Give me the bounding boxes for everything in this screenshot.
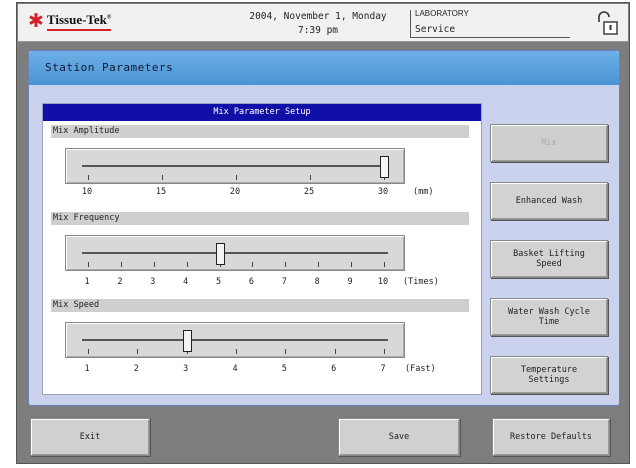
- datetime-display: 2004, November 1, Monday 7:39 pm: [218, 10, 418, 38]
- slider-scale-label: 2: [117, 277, 123, 287]
- basket-lifting-label-line1: Basket Lifting: [513, 249, 585, 259]
- slider-track: [82, 165, 388, 167]
- slider-scale-label: 4: [183, 277, 189, 287]
- enhanced-wash-button[interactable]: Enhanced Wash: [490, 182, 608, 220]
- date-text: 2004, November 1, Monday: [249, 11, 387, 22]
- slider-tick: [285, 262, 287, 267]
- slider-tick: [351, 262, 353, 267]
- slider-tick: [384, 262, 385, 267]
- panel-title: Station Parameters: [45, 61, 174, 74]
- temperature-settings-button[interactable]: Temperature Settings: [490, 356, 608, 394]
- slider-tick: [88, 175, 89, 180]
- slider-scale-label: 4: [232, 364, 238, 374]
- basket-lifting-label-line2: Speed: [536, 259, 562, 269]
- slider-tick: [310, 175, 311, 180]
- slider-track: [82, 252, 388, 254]
- slider-thumb[interactable]: [215, 243, 225, 265]
- mix-amplitude-slider[interactable]: [65, 148, 405, 184]
- slider-scale-label: 5: [215, 277, 222, 287]
- header-divider: [410, 10, 411, 38]
- slider-tick: [186, 262, 188, 267]
- slider-scale-label: 3: [183, 364, 189, 374]
- slider-tick: [137, 349, 139, 354]
- basket-lifting-speed-button[interactable]: Basket Lifting Speed: [490, 240, 608, 278]
- slider-scale-label: 10: [377, 277, 389, 287]
- header-divider-bottom: [410, 37, 570, 38]
- restore-defaults-label: Restore Defaults: [510, 432, 592, 442]
- temperature-label-line2: Settings: [528, 375, 570, 385]
- slider-tick: [384, 349, 385, 354]
- location-label: LABORATORY: [415, 9, 469, 18]
- mix-speed-unit: (Fast): [405, 364, 436, 374]
- enhanced-wash-label: Enhanced Wash: [515, 196, 583, 206]
- slider-scale-label: 7: [380, 364, 386, 374]
- slider-scale-label: 25: [303, 187, 315, 197]
- slider-tick: [162, 175, 163, 180]
- slider-scale-label: 8: [314, 277, 320, 287]
- mix-parameter-title: Mix Parameter Setup: [43, 104, 481, 121]
- water-wash-label-line2: Time: [538, 317, 560, 327]
- slider-scale-label: 6: [248, 277, 254, 287]
- tissue-tek-logo: ✱ Tissue-Tek®: [28, 10, 112, 32]
- logo-text: Tissue-Tek®: [46, 12, 112, 31]
- save-button[interactable]: Save: [338, 418, 460, 456]
- slider-tick: [236, 349, 237, 354]
- slider-tick: [120, 262, 122, 267]
- slider-scale-label: 7: [281, 277, 287, 287]
- slider-scale-label: 3: [150, 277, 156, 287]
- restore-defaults-button[interactable]: Restore Defaults: [492, 418, 610, 456]
- panel-title-bar: Station Parameters: [29, 51, 619, 85]
- slider-scale-label: 2: [133, 364, 139, 374]
- slider-tick: [318, 262, 320, 267]
- slider-scale-label: 9: [347, 277, 353, 287]
- mix-amplitude-unit: (mm): [413, 187, 434, 197]
- mix-amplitude-label: Mix Amplitude: [51, 125, 469, 138]
- slider-tick: [285, 349, 287, 354]
- mix-frequency-label: Mix Frequency: [51, 212, 469, 225]
- user-role-label: Service: [415, 24, 456, 35]
- water-wash-label-line1: Water Wash Cycle: [508, 307, 590, 317]
- slider-thumb[interactable]: [380, 156, 389, 178]
- slider-scale-label: 6: [331, 364, 337, 374]
- slider-scale-label: 1: [84, 277, 90, 287]
- lock-open-icon[interactable]: [596, 11, 620, 37]
- mix-parameter-card: Mix Parameter Setup Mix Amplitude 10 15 20…: [42, 103, 482, 395]
- slider-scale-label: 10: [81, 187, 93, 197]
- slider-tick: [334, 349, 336, 354]
- exit-button-label: Exit: [79, 432, 101, 442]
- logo-star-icon: ✱: [28, 10, 44, 32]
- temperature-label-line1: Temperature: [520, 365, 578, 375]
- slider-tick: [153, 262, 155, 267]
- save-button-label: Save: [388, 432, 410, 442]
- slider-tick: [252, 262, 254, 267]
- slider-tick: [88, 349, 89, 354]
- slider-tick: [236, 175, 237, 180]
- slider-scale-label: 1: [84, 364, 90, 374]
- mix-button-label: Mix: [541, 138, 557, 148]
- slider-scale-label: 5: [281, 364, 287, 374]
- slider-tick: [88, 262, 89, 267]
- mix-speed-slider[interactable]: [65, 322, 405, 358]
- water-wash-cycle-time-button[interactable]: Water Wash Cycle Time: [490, 298, 608, 336]
- slider-scale-label: 20: [229, 187, 241, 197]
- mix-frequency-unit: (Times): [403, 277, 439, 287]
- mix-speed-label: Mix Speed: [51, 299, 469, 312]
- exit-button[interactable]: Exit: [30, 418, 150, 456]
- slider-scale-label: 15: [155, 187, 167, 197]
- mix-button[interactable]: Mix: [490, 124, 608, 162]
- mix-frequency-slider[interactable]: [65, 235, 405, 271]
- time-text: 7:39 pm: [297, 25, 339, 36]
- slider-track: [82, 339, 388, 341]
- top-status-bar: ✱ Tissue-Tek® 2004, November 1, Monday 7…: [18, 4, 628, 42]
- slider-scale-label: 30: [377, 187, 389, 197]
- slider-thumb[interactable]: [182, 330, 192, 352]
